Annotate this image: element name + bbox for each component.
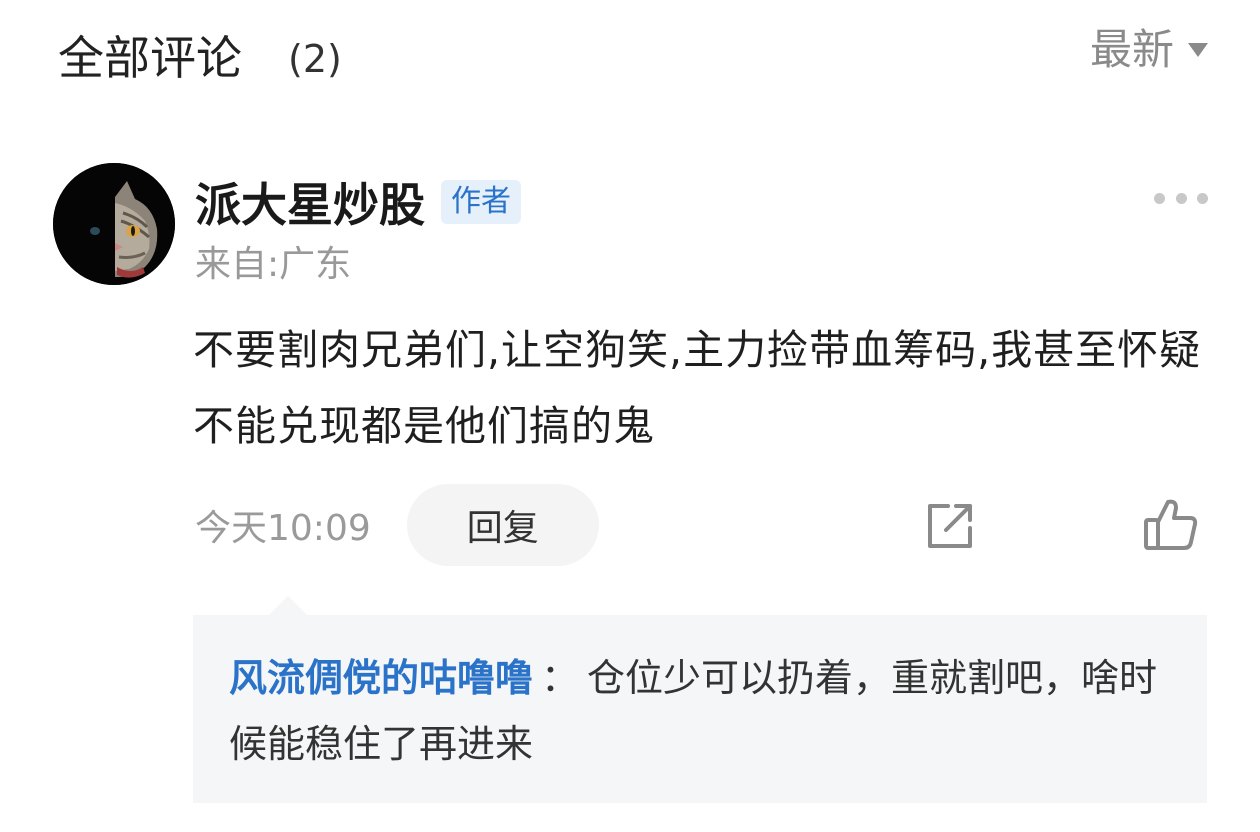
more-dots-icon[interactable] [1154,188,1208,208]
thumbs-up-icon[interactable] [1142,496,1200,552]
sub-reply-content: 风流倜傥的咕噜噜：仓位少可以扔着，重就割吧，啥时候能稳住了再进来 [229,645,1189,777]
comment-body: 不要割肉兄弟们,让空狗笑,主力捡带血筹码,我甚至怀疑不能兑现都是他们搞的鬼 [193,326,1202,450]
sub-reply-separator: ： [541,656,580,700]
sub-reply-box[interactable]: 风流倜傥的咕噜噜：仓位少可以扔着，重就割吧，啥时候能稳住了再进来 [193,615,1207,803]
comments-count: (2) [288,37,342,81]
sub-reply-user[interactable]: 风流倜傥的咕噜噜 [229,656,533,700]
share-icon[interactable] [922,498,978,554]
avatar[interactable] [53,163,175,285]
location-label: 来自:广东 [195,244,352,285]
caret-down-icon [1188,43,1208,57]
sort-label: 最新 [1089,25,1174,74]
reply-box-pointer [268,596,308,616]
comment-timestamp: 今天10:09 [195,508,371,549]
author-name[interactable]: 派大星炒股 [195,169,425,235]
more-dot [1197,192,1208,204]
more-dot [1154,192,1165,204]
author-row: 派大星炒股 作者 [195,170,521,234]
more-dot [1175,192,1187,204]
author-badge: 作者 [441,180,521,224]
cat-avatar-image [53,163,175,285]
comments-section-title: 全部评论 [58,31,242,85]
comments-page: 全部评论 (2) 最新 派大星炒股 作者 来自:广东 不要割肉兄弟们,让空狗笑,… [0,0,1260,832]
reply-button[interactable]: 回复 [406,484,599,566]
comment-meta-row: 今天10:09 回复 [195,484,599,566]
sort-dropdown[interactable]: 最新 [1090,20,1208,80]
